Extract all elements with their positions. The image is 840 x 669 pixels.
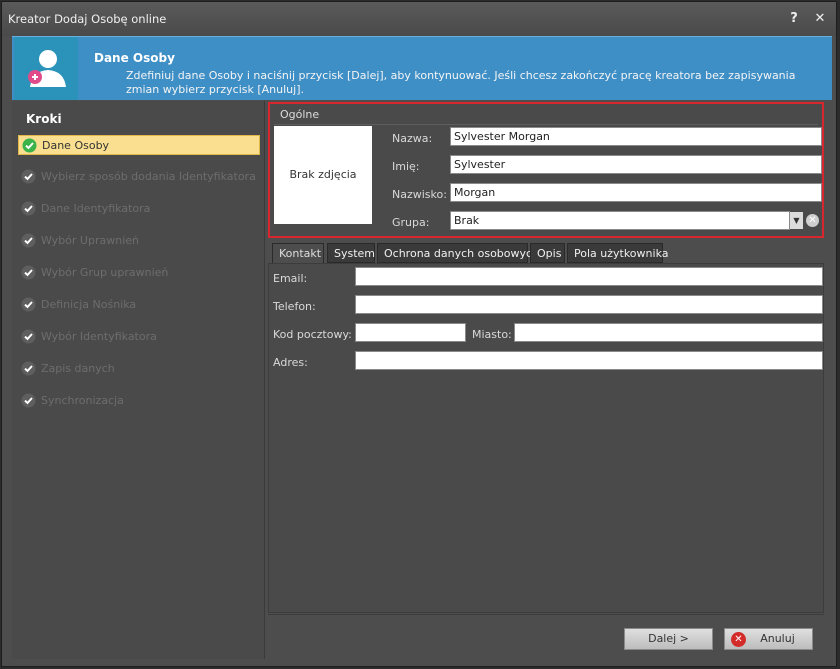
check-circle-icon — [22, 138, 37, 153]
nazwisko-field[interactable]: Morgan — [450, 183, 822, 202]
chevron-down-icon[interactable]: ▼ — [790, 212, 803, 229]
banner-description: Zdefiniuj dane Osoby i naciśnij przycisk… — [126, 69, 796, 96]
help-button[interactable]: ? — [785, 10, 803, 28]
step-label: Wybór Grup uprawnień — [41, 266, 169, 279]
cancel-button[interactable]: ✕ Anuluj — [724, 628, 813, 650]
telefon-label: Telefon: — [273, 300, 316, 313]
check-circle-icon — [21, 393, 36, 408]
adres-label: Adres: — [273, 356, 308, 369]
contact-panel: Email: Telefon: Kod pocztowy: Miasto: Ad… — [268, 263, 824, 613]
tab-opis[interactable]: Opis — [530, 243, 565, 263]
footer-divider — [268, 614, 824, 615]
photo-placeholder[interactable]: Brak zdjęcia — [274, 126, 372, 224]
check-circle-icon — [21, 201, 36, 216]
step-label: Definicja Nośnika — [41, 298, 137, 311]
nazwisko-label: Nazwisko: — [392, 188, 447, 201]
tab-system[interactable]: System — [327, 243, 375, 263]
title-bar: Kreator Dodaj Osobę online ? ✕ — [2, 2, 836, 36]
step-item[interactable]: Wybór Grup uprawnień — [18, 263, 260, 283]
window-title: Kreator Dodaj Osobę online — [8, 12, 167, 26]
check-circle-icon — [21, 361, 36, 376]
step-item[interactable]: Synchronizacja — [18, 391, 260, 411]
kod-pocztowy-field[interactable] — [355, 323, 466, 342]
grupa-label: Grupa: — [392, 216, 430, 229]
telefon-field[interactable] — [355, 295, 823, 314]
step-label: Wybór Uprawnień — [41, 234, 139, 247]
general-section-title: Ogólne — [280, 108, 320, 121]
cancel-label: Anuluj — [760, 632, 795, 645]
email-field[interactable] — [355, 267, 823, 286]
section-divider — [274, 124, 818, 125]
adres-field[interactable] — [355, 351, 823, 370]
close-button[interactable]: ✕ — [811, 10, 829, 28]
nazwa-label: Nazwa: — [392, 132, 433, 145]
step-label: Wybierz sposób dodania Identyfikatora — [41, 170, 256, 183]
imie-label: Imię: — [392, 160, 420, 173]
header-banner: Dane Osoby Zdefiniuj dane Osoby i naciśn… — [12, 36, 832, 100]
step-item[interactable]: Dane Osoby — [18, 135, 260, 155]
steps-panel: Kroki Dane Osoby Wybierz sposób dodania I… — [12, 101, 265, 659]
step-item[interactable]: Zapis danych — [18, 359, 260, 379]
next-button[interactable]: Dalej > — [624, 628, 713, 650]
tab-pola-uzytkownika[interactable]: Pola użytkownika — [567, 243, 668, 263]
nazwa-field[interactable]: Sylvester Morgan — [450, 127, 822, 146]
check-circle-icon — [21, 297, 36, 312]
step-item[interactable]: Dane Identyfikatora — [18, 199, 260, 219]
general-section: Ogólne Brak zdjęcia Nazwa: Sylvester Mor… — [268, 102, 824, 238]
step-item[interactable]: Definicja Nośnika — [18, 295, 260, 315]
grupa-select[interactable]: Brak — [450, 211, 790, 230]
steps-title: Kroki — [26, 112, 62, 126]
imie-field[interactable]: Sylvester — [450, 155, 822, 174]
wizard-window: Kreator Dodaj Osobę online ? ✕ Dane Osob… — [1, 1, 837, 667]
tab-ochrona-danych[interactable]: Ochrona danych osobowych — [377, 243, 539, 263]
check-circle-icon — [21, 329, 36, 344]
check-circle-icon — [21, 169, 36, 184]
step-label: Dane Osoby — [42, 139, 110, 152]
add-person-icon — [14, 37, 78, 100]
miasto-label: Miasto: — [472, 328, 512, 341]
clear-icon[interactable]: ✕ — [806, 214, 819, 227]
kod-pocztowy-label: Kod pocztowy: — [273, 328, 352, 341]
step-label: Synchronizacja — [41, 394, 124, 407]
miasto-field[interactable] — [514, 323, 823, 342]
step-item[interactable]: Wybierz sposób dodania Identyfikatora — [18, 167, 260, 187]
cancel-icon: ✕ — [731, 632, 746, 647]
step-label: Wybór Identyfikatora — [41, 330, 157, 343]
email-label: Email: — [273, 272, 308, 285]
step-item[interactable]: Wybór Uprawnień — [18, 231, 260, 251]
banner-title: Dane Osoby — [94, 51, 175, 65]
tab-kontakt[interactable]: Kontakt — [272, 243, 324, 264]
step-item[interactable]: Wybór Identyfikatora — [18, 327, 260, 347]
step-label: Dane Identyfikatora — [41, 202, 151, 215]
check-circle-icon — [21, 233, 36, 248]
check-circle-icon — [21, 265, 36, 280]
step-label: Zapis danych — [41, 362, 115, 375]
